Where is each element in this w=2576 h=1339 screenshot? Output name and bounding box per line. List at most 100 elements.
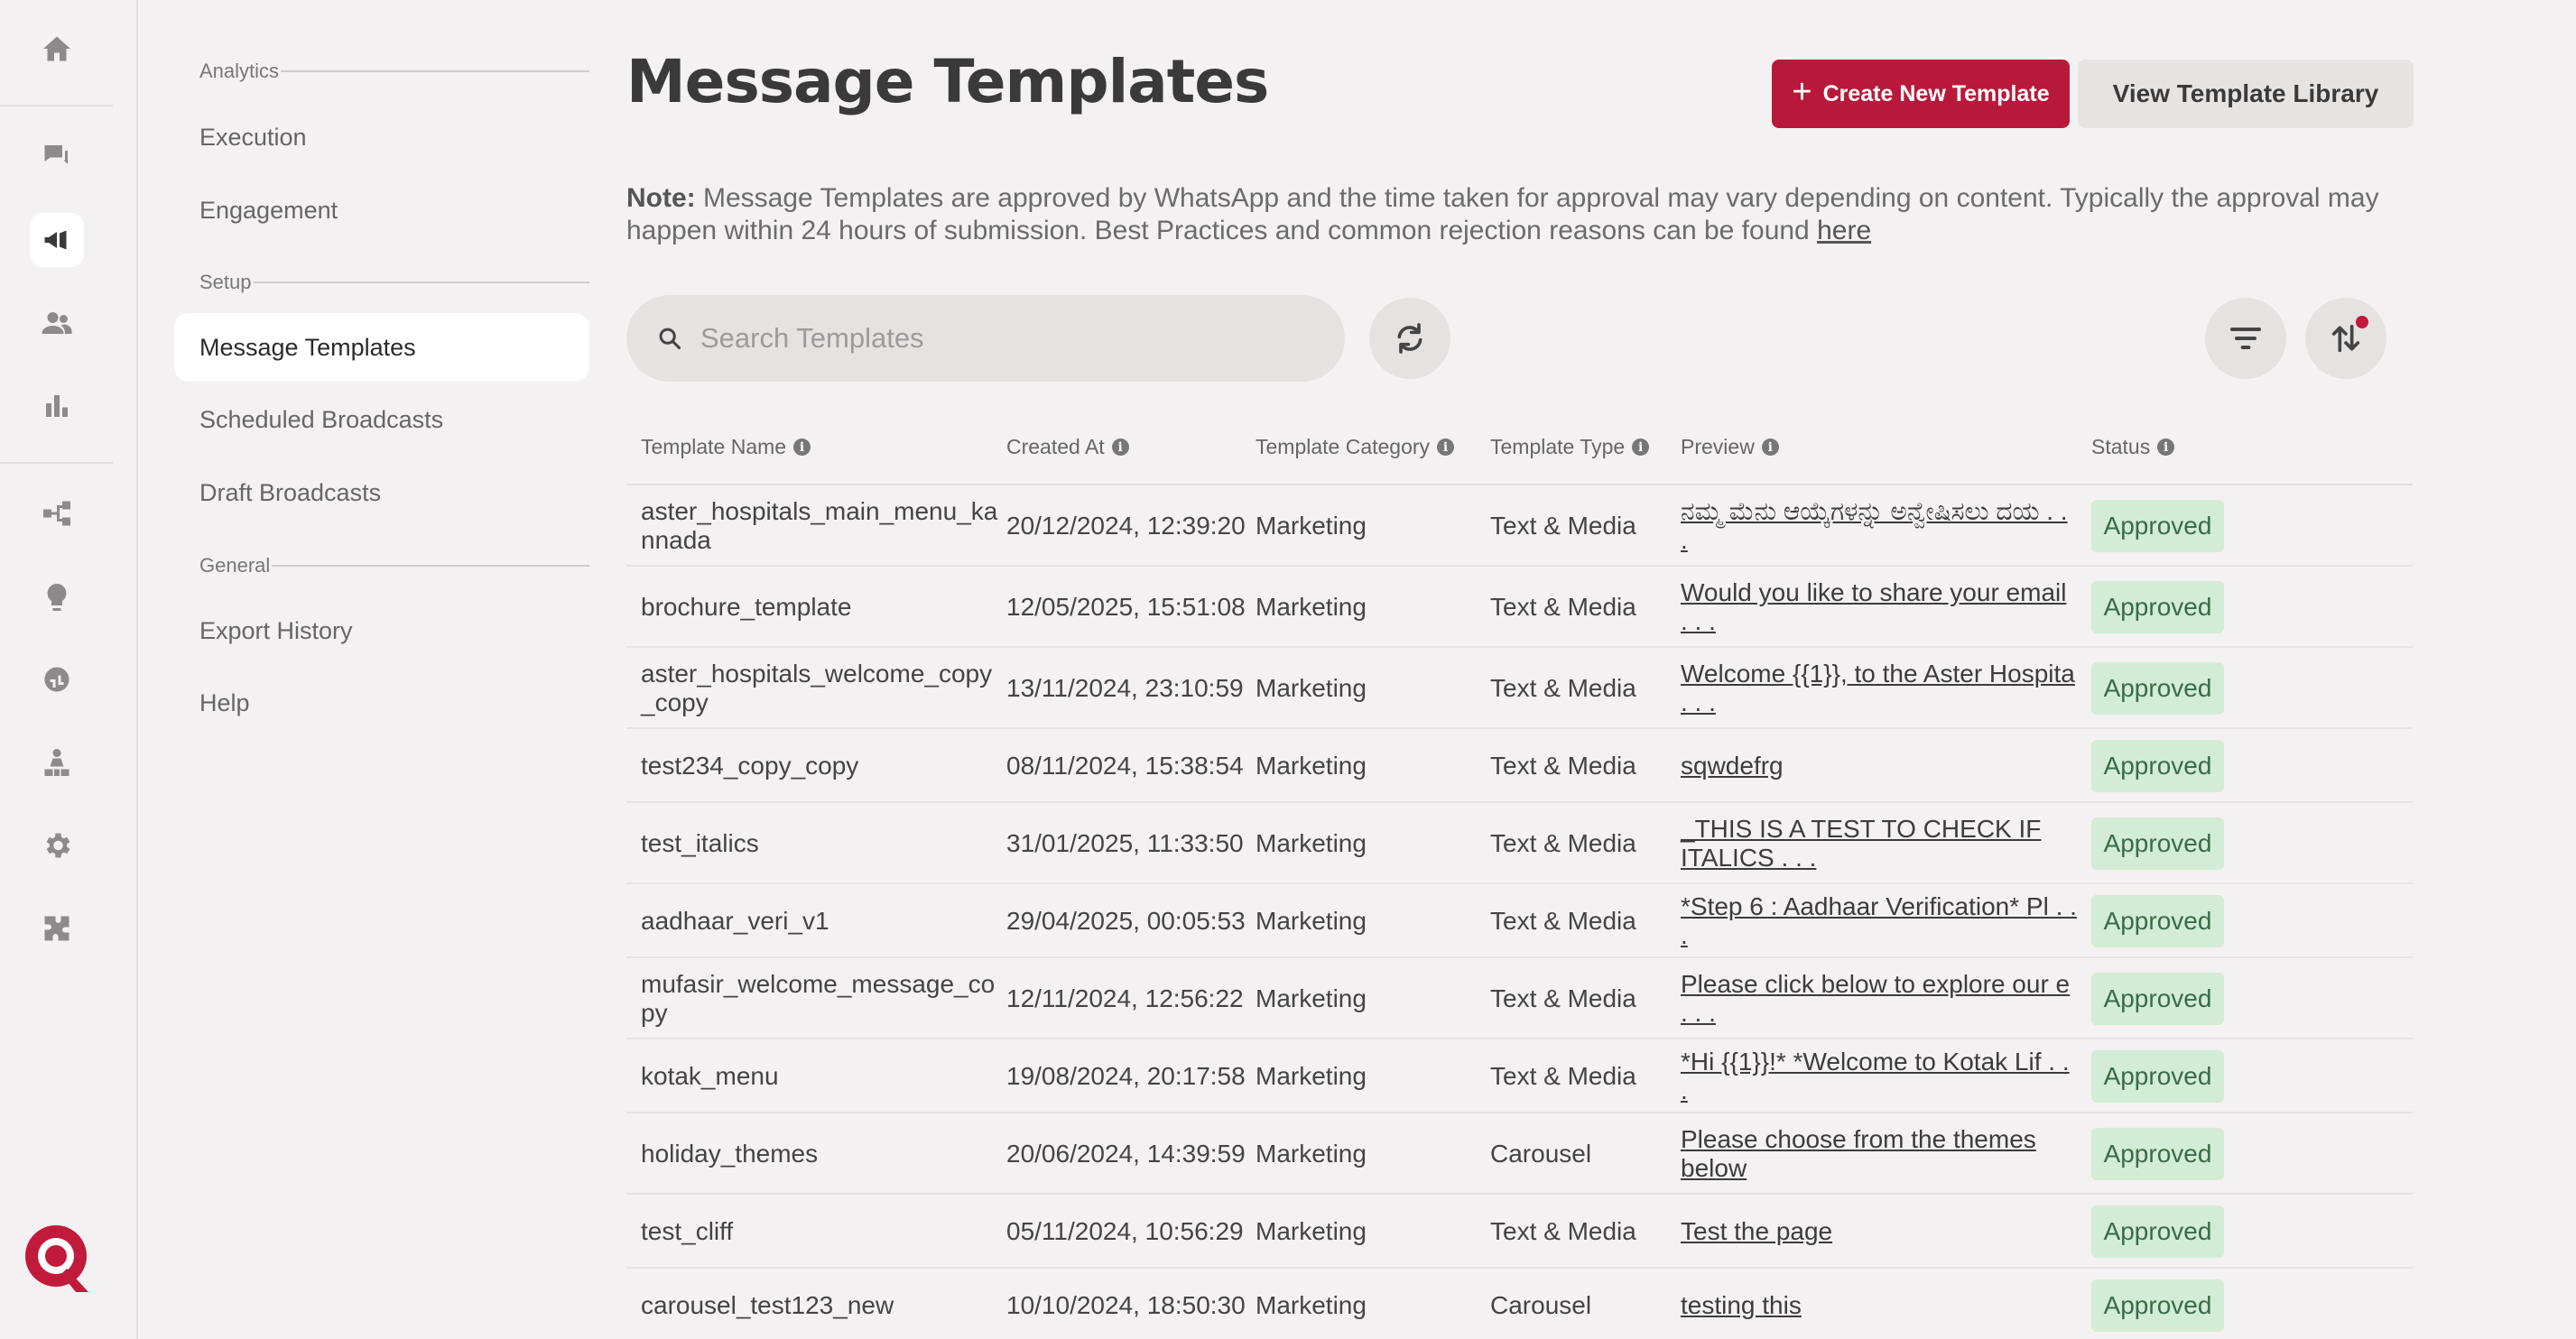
template-name-cell: test_cliff	[641, 1217, 734, 1245]
sidebar-item-scheduled-broadcasts[interactable]: Scheduled Broadcasts	[174, 385, 589, 454]
library-button-label: View Template Library	[2112, 79, 2379, 107]
chat-icon[interactable]	[30, 129, 84, 183]
sidebar-item-help[interactable]: Help	[174, 669, 589, 737]
column-header-template-name[interactable]: Template Name i	[641, 435, 811, 459]
note-label: Note:	[626, 183, 696, 213]
megaphone-icon[interactable]	[30, 213, 84, 267]
created-at-cell: 12/05/2025, 15:51:08	[1006, 593, 1246, 621]
column-header-template-category[interactable]: Template Category i	[1256, 435, 1455, 459]
refresh-button[interactable]	[1369, 298, 1450, 379]
sidebar-item-message-templates[interactable]: Message Templates	[174, 313, 589, 382]
hierarchy-icon[interactable]	[30, 735, 84, 790]
section-label-analytics: Analytics	[199, 60, 589, 83]
table-row[interactable]: aster_hospitals_main_menu_kannada 20/12/2…	[626, 485, 2413, 567]
sort-active-indicator	[2356, 316, 2368, 328]
bar-chart-icon[interactable]	[30, 379, 84, 433]
status-badge: Approved	[2091, 662, 2224, 715]
category-cell: Marketing	[1256, 1291, 1367, 1319]
column-header-created-at[interactable]: Created At i	[1006, 435, 1129, 459]
info-icon[interactable]: i	[1437, 439, 1455, 456]
section-label-setup: Setup	[199, 271, 589, 294]
info-icon[interactable]: i	[1761, 439, 1779, 456]
table-row[interactable]: kotak_menu 19/08/2024, 20:17:58 Marketing T…	[626, 1039, 2413, 1113]
search-icon	[659, 328, 681, 350]
table-row[interactable]: carousel_test123_new 10/10/2024, 18:50:30…	[626, 1269, 2413, 1339]
sidebar-item-label: Draft Broadcasts	[199, 478, 382, 506]
section-label-text: General	[199, 554, 271, 577]
gear-icon[interactable]	[30, 818, 84, 873]
column-header-template-type[interactable]: Template Type i	[1490, 435, 1650, 459]
created-at-cell: 31/01/2025, 11:33:50	[1006, 829, 1244, 857]
sidebar-item-engagement[interactable]: Engagement	[174, 176, 589, 245]
table-body: aster_hospitals_main_menu_kannada 20/12/2…	[626, 485, 2413, 1339]
preview-link[interactable]: Please choose from the themes below	[1681, 1125, 2078, 1183]
preview-link[interactable]: *Step 6 : Aadhaar Verification* Pl . . .	[1681, 892, 2078, 950]
preview-link[interactable]: Test the page	[1681, 1217, 2078, 1246]
category-cell: Marketing	[1256, 674, 1367, 702]
search-input[interactable]	[700, 322, 1332, 355]
table-row[interactable]: aadhaar_veri_v1 29/04/2025, 00:05:53 Marke…	[626, 884, 2413, 958]
preview-link[interactable]: Would you like to share your email . . .	[1681, 578, 2078, 636]
users-icon[interactable]	[30, 296, 84, 350]
preview-link[interactable]: Please click below to explore our e . . …	[1681, 970, 2078, 1028]
section-label-general: General	[199, 554, 589, 577]
column-header-preview[interactable]: Preview i	[1681, 435, 1779, 459]
preview-link[interactable]: _THIS IS A TEST TO CHECK IF ITALICS . . …	[1681, 815, 2078, 873]
category-cell: Marketing	[1256, 593, 1367, 621]
template-name-cell: holiday_themes	[641, 1140, 819, 1168]
category-cell: Marketing	[1256, 829, 1367, 857]
template-type-cell: Carousel	[1490, 1140, 1592, 1168]
info-icon[interactable]: i	[1111, 439, 1129, 456]
created-at-cell: 20/12/2024, 12:39:20	[1006, 512, 1246, 540]
brain-icon[interactable]	[30, 652, 84, 706]
template-type-cell: Text & Media	[1490, 674, 1636, 702]
sidebar-item-draft-broadcasts[interactable]: Draft Broadcasts	[174, 458, 589, 527]
template-type-cell: Text & Media	[1490, 1217, 1636, 1245]
lightbulb-icon[interactable]	[30, 570, 84, 624]
template-type-cell: Text & Media	[1490, 829, 1636, 857]
created-at-cell: 19/08/2024, 20:17:58	[1006, 1062, 1246, 1090]
brand-logo[interactable]	[22, 1220, 94, 1296]
search-bar[interactable]	[626, 295, 1345, 382]
create-new-template-button[interactable]: + Create New Template	[1772, 60, 2070, 128]
status-badge: Approved	[2091, 740, 2224, 792]
preview-link[interactable]: ನಮ್ಮ ಮೆನು ಆಯ್ಕೆಗಳನ್ನು ಅನ್ವೇಷಿಸಲು ದಯ . . …	[1681, 497, 2078, 555]
table-row[interactable]: test234_copy_copy 08/11/2024, 15:38:54 Mar…	[626, 729, 2413, 803]
table-row[interactable]: holiday_themes 20/06/2024, 14:39:59 Market…	[626, 1113, 2413, 1195]
preview-link[interactable]: testing this	[1681, 1291, 2078, 1320]
approval-note: Note: Message Templates are approved by …	[626, 182, 2395, 247]
info-icon[interactable]: i	[1632, 439, 1650, 456]
table-row[interactable]: brochure_template 12/05/2025, 15:51:08 Mar…	[626, 567, 2413, 648]
info-icon[interactable]: i	[2157, 439, 2175, 456]
home-icon[interactable]	[30, 22, 84, 76]
column-header-label: Preview	[1681, 435, 1755, 458]
preview-link[interactable]: *Hi {{1}}!* *Welcome to Kotak Lif . . .	[1681, 1048, 2078, 1105]
column-header-label: Template Type	[1490, 435, 1626, 458]
sort-button[interactable]	[2305, 298, 2386, 379]
table-row[interactable]: test_cliff 05/11/2024, 10:56:29 Marketing T…	[626, 1195, 2413, 1269]
status-badge: Approved	[2091, 895, 2224, 947]
column-header-label: Created At	[1006, 435, 1105, 458]
rail-divider	[0, 105, 113, 106]
filter-button[interactable]	[2205, 298, 2286, 379]
table-row[interactable]: mufasir_welcome_message_copy 12/11/2024, …	[626, 958, 2413, 1039]
sidebar-item-label: Scheduled Broadcasts	[199, 405, 444, 433]
table-row[interactable]: test_italics 31/01/2025, 11:33:50 Marketin…	[626, 803, 2413, 884]
refresh-icon	[1397, 323, 1422, 354]
template-name-cell: test_italics	[641, 829, 759, 857]
status-badge: Approved	[2091, 1050, 2224, 1103]
sidebar-item-export-history[interactable]: Export History	[174, 596, 589, 665]
column-header-status[interactable]: Status i	[2091, 435, 2175, 459]
info-icon[interactable]: i	[793, 439, 811, 456]
view-template-library-button[interactable]: View Template Library	[2078, 60, 2414, 128]
best-practices-link[interactable]: here	[1817, 216, 1871, 245]
rail-divider	[0, 462, 113, 464]
preview-link[interactable]: Welcome {{1}}, to the Aster Hospita . . …	[1681, 660, 2078, 717]
sidebar-item-execution[interactable]: Execution	[174, 103, 589, 171]
preview-link[interactable]: sqwdefrg	[1681, 752, 2078, 780]
flow-icon[interactable]	[30, 486, 84, 540]
table-row[interactable]: aster_hospitals_welcome_copy_copy 13/11/2…	[626, 648, 2413, 729]
sidebar-item-label: Help	[199, 688, 250, 716]
template-type-cell: Text & Media	[1490, 752, 1636, 780]
puzzle-icon[interactable]	[30, 901, 84, 956]
